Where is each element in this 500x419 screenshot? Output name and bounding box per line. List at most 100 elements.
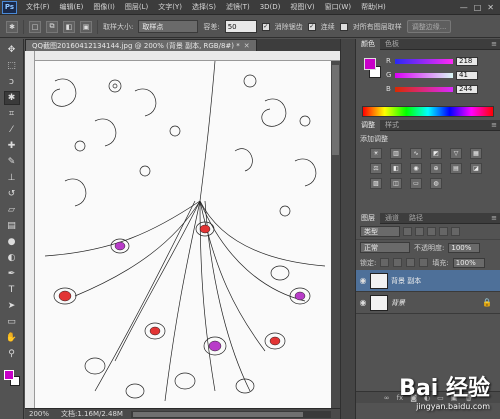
visibility-eye-icon[interactable]: ◉ [356, 298, 370, 307]
zoom-level[interactable]: 200% [25, 410, 55, 418]
lasso-tool-icon[interactable]: ↄ [4, 75, 20, 89]
layer-name[interactable]: 背景 副本 [391, 276, 421, 286]
canvas[interactable] [35, 61, 331, 408]
tab-swatches[interactable]: 色板 [380, 39, 404, 50]
gradient-tool-icon[interactable]: ▤ [4, 219, 20, 233]
menu-help[interactable]: 帮助(H) [356, 2, 391, 12]
tolerance-input[interactable]: 50 [224, 20, 257, 33]
threshold-icon[interactable]: ◫ [390, 178, 402, 189]
menu-3d[interactable]: 3D(D) [255, 3, 286, 11]
close-tab-icon[interactable]: ✕ [244, 42, 250, 50]
tab-layers[interactable]: 图层 [356, 212, 380, 224]
crop-tool-icon[interactable]: ⌗ [4, 107, 20, 121]
path-selection-tool-icon[interactable]: ➤ [4, 299, 20, 313]
levels-icon[interactable]: ▥ [390, 148, 402, 159]
tab-paths[interactable]: 路径 [404, 213, 428, 224]
color-lookup-icon[interactable]: ▤ [450, 163, 462, 174]
layer-row-background[interactable]: ◉ 背景 🔒 [356, 292, 500, 314]
zoom-tool-icon[interactable]: ⚲ [4, 347, 20, 361]
magic-wand-preset-icon[interactable]: ✱ [6, 20, 18, 33]
layer-kind-filter[interactable]: 类型 [360, 226, 400, 237]
red-value-input[interactable]: 218 [456, 56, 478, 66]
sample-size-select[interactable]: 取样点 [138, 20, 199, 33]
adjustment-filter-icon[interactable] [415, 227, 424, 236]
tab-channels[interactable]: 通道 [380, 213, 404, 224]
panel-menu-icon[interactable]: ≡ [491, 121, 500, 129]
layer-name[interactable]: 背景 [391, 298, 405, 308]
blend-mode-select[interactable]: 正常 [360, 242, 410, 253]
close-button[interactable]: ✕ [487, 3, 494, 12]
panel-menu-icon[interactable]: ≡ [491, 40, 500, 48]
selective-color-icon[interactable]: ◍ [430, 178, 442, 189]
dodge-tool-icon[interactable]: ◐ [4, 251, 20, 265]
menu-file[interactable]: 文件(F) [21, 2, 55, 12]
document-info[interactable]: 文档:1.16M/2.48M [55, 409, 123, 419]
menu-select[interactable]: 选择(S) [187, 2, 221, 12]
pen-tool-icon[interactable]: ✒ [4, 267, 20, 281]
link-layers-icon[interactable]: ∞ [384, 394, 390, 402]
move-tool-icon[interactable]: ✥ [4, 43, 20, 57]
gradient-map-icon[interactable]: ▭ [410, 178, 422, 189]
vertical-scrollbar[interactable] [331, 61, 340, 408]
subtract-selection-icon[interactable]: ◧ [63, 20, 75, 33]
menu-image[interactable]: 图像(I) [88, 2, 120, 12]
shape-filter-icon[interactable] [439, 227, 448, 236]
lock-transparent-icon[interactable] [380, 258, 390, 267]
fill-input[interactable]: 100% [452, 257, 485, 268]
exposure-icon[interactable]: ◩ [430, 148, 442, 159]
shape-tool-icon[interactable]: ▭ [4, 315, 20, 329]
contiguous-checkbox[interactable]: ✓ [307, 22, 316, 31]
antialias-checkbox[interactable]: ✓ [261, 22, 270, 31]
menu-window[interactable]: 窗口(W) [320, 2, 356, 12]
menu-view[interactable]: 视图(V) [285, 2, 319, 12]
foreground-color-swatch[interactable] [4, 370, 14, 380]
lock-pixels-icon[interactable] [393, 258, 403, 267]
tab-adjustments[interactable]: 调整 [356, 119, 380, 131]
smart-object-filter-icon[interactable] [451, 227, 460, 236]
channel-mixer-icon[interactable]: ⊕ [430, 163, 442, 174]
type-tool-icon[interactable]: T [4, 283, 20, 297]
intersect-selection-icon[interactable]: ▣ [80, 20, 92, 33]
curves-icon[interactable]: ∿ [410, 148, 422, 159]
add-selection-icon[interactable]: ⧉ [46, 20, 58, 33]
refine-edge-button[interactable]: 调整边缘... [406, 20, 452, 33]
posterize-icon[interactable]: ▨ [370, 178, 382, 189]
vertical-scroll-thumb[interactable] [332, 65, 339, 155]
green-value-input[interactable]: 41 [456, 70, 478, 80]
clone-stamp-tool-icon[interactable]: ⊥ [4, 171, 20, 185]
blur-tool-icon[interactable]: ● [4, 235, 20, 249]
document-tab[interactable]: QQ截图20160412134144.jpg @ 200% (背景 副本, RG… [25, 39, 257, 51]
history-brush-tool-icon[interactable]: ↺ [4, 187, 20, 201]
horizontal-scroll-thumb[interactable] [132, 411, 303, 417]
healing-brush-tool-icon[interactable]: ✚ [4, 139, 20, 153]
red-slider-track[interactable] [395, 58, 453, 64]
layer-row-background-copy[interactable]: ◉ 背景 副本 [356, 270, 500, 292]
panel-menu-icon[interactable]: ≡ [491, 214, 500, 222]
tab-styles[interactable]: 样式 [380, 120, 404, 131]
type-filter-icon[interactable] [427, 227, 436, 236]
menu-filter[interactable]: 滤镜(T) [221, 2, 255, 12]
vibrance-icon[interactable]: ▽ [450, 148, 462, 159]
horizontal-scrollbar[interactable] [130, 410, 331, 418]
color-panel-foreground-swatch[interactable] [364, 58, 376, 70]
blue-slider-track[interactable] [395, 86, 453, 92]
invert-icon[interactable]: ◪ [470, 163, 482, 174]
pixel-filter-icon[interactable] [403, 227, 412, 236]
brush-tool-icon[interactable]: ✎ [4, 155, 20, 169]
menu-edit[interactable]: 编辑(E) [55, 2, 89, 12]
lock-position-icon[interactable] [406, 258, 416, 267]
opacity-input[interactable]: 100% [448, 242, 481, 253]
maximize-button[interactable]: □ [474, 3, 482, 12]
brightness-icon[interactable]: ☀ [370, 148, 382, 159]
menu-layer[interactable]: 图层(L) [120, 2, 153, 12]
hue-saturation-icon[interactable]: ▦ [470, 148, 482, 159]
tab-color[interactable]: 颜色 [356, 38, 380, 50]
menu-type[interactable]: 文字(Y) [153, 2, 187, 12]
hand-tool-icon[interactable]: ✋ [4, 331, 20, 345]
lock-all-icon[interactable] [419, 258, 429, 267]
minimize-button[interactable]: — [460, 3, 468, 12]
blue-value-input[interactable]: 244 [456, 84, 478, 94]
marquee-tool-icon[interactable]: ⬚ [4, 59, 20, 73]
photo-filter-icon[interactable]: ◉ [410, 163, 422, 174]
visibility-eye-icon[interactable]: ◉ [356, 276, 370, 285]
